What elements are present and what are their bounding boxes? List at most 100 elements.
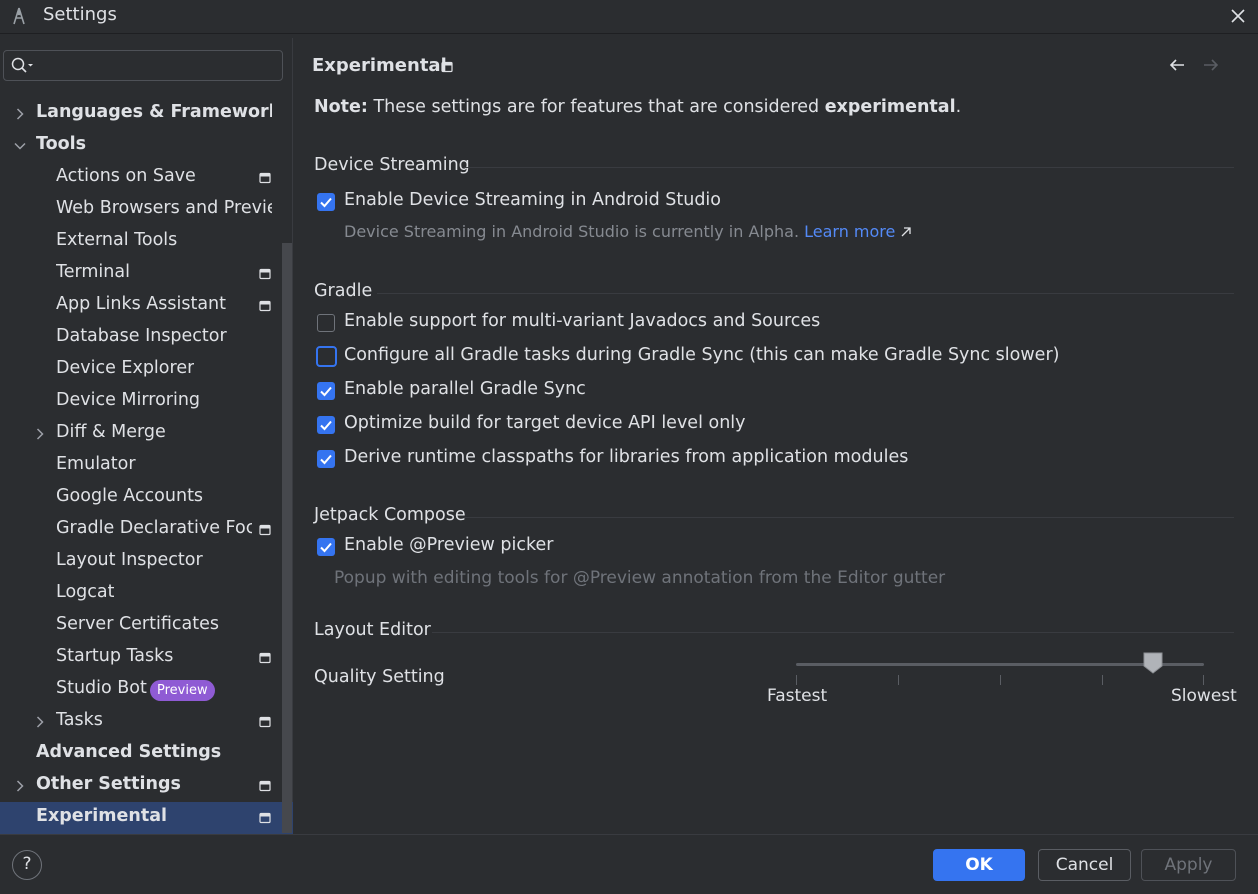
sidebar-item-label: Layout Inspector	[56, 550, 203, 570]
project-scope-icon	[441, 61, 453, 73]
sidebar-item-tasks[interactable]: Tasks	[0, 706, 282, 738]
slider-tick	[796, 675, 797, 685]
chevron-right-icon[interactable]	[13, 779, 27, 793]
sidebar-item-label: Server Certificates	[56, 614, 219, 634]
sidebar-item-label: Startup Tasks	[56, 646, 174, 666]
project-scope-icon	[259, 300, 271, 312]
checkbox-checked-icon[interactable]	[317, 416, 335, 434]
slider-tick	[898, 675, 899, 685]
section-divider	[377, 293, 1234, 294]
sidebar-item-emulator[interactable]: Emulator	[0, 450, 282, 482]
checkbox-label: Derive runtime classpaths for libraries …	[344, 447, 909, 467]
project-scope-icon	[259, 172, 271, 184]
preview-picker-hint: Popup with editing tools for @Preview an…	[334, 568, 946, 588]
note-suffix: .	[955, 97, 962, 117]
sidebar-item-app-links-assistant[interactable]: App Links Assistant	[0, 290, 282, 322]
sidebar-item-label: Database Inspector	[56, 326, 227, 346]
quality-slider-thumb[interactable]	[1143, 652, 1163, 674]
sidebar-item-label: Languages & Frameworks	[36, 102, 272, 122]
search-icon[interactable]	[10, 56, 34, 76]
close-icon[interactable]	[1226, 4, 1250, 28]
checkbox-label: Optimize build for target device API lev…	[344, 413, 746, 433]
sidebar-item-label: Tasks	[56, 710, 103, 730]
checkbox-label: Enable support for multi-variant Javadoc…	[344, 311, 821, 331]
sidebar-item-database-inspector[interactable]: Database Inspector	[0, 322, 282, 354]
sidebar-item-actions-on-save[interactable]: Actions on Save	[0, 162, 282, 194]
chevron-right-icon[interactable]	[33, 427, 47, 441]
sidebar-item-web-browsers-and-preview[interactable]: Web Browsers and Preview	[0, 194, 282, 226]
window-title: Settings	[43, 4, 117, 25]
sidebar-item-label: Gradle Declarative Focus	[56, 518, 252, 538]
sidebar-item-label: Studio Bot	[56, 678, 147, 698]
sidebar-item-tools[interactable]: Tools	[0, 130, 282, 162]
preview-badge: Preview	[150, 680, 215, 701]
cancel-button[interactable]: Cancel	[1038, 849, 1131, 881]
sidebar-item-gradle-declarative-focus[interactable]: Gradle Declarative Focus	[0, 514, 282, 546]
checkbox-checked-icon[interactable]	[317, 538, 335, 556]
checkbox-unchecked-icon[interactable]	[317, 314, 335, 332]
project-scope-icon	[259, 716, 271, 728]
sidebar-item-google-accounts[interactable]: Google Accounts	[0, 482, 282, 514]
sidebar-item-studio-bot[interactable]: Studio Bot Preview	[0, 674, 282, 706]
section-divider	[432, 632, 1234, 633]
back-arrow-icon[interactable]	[1167, 55, 1187, 75]
sidebar-item-startup-tasks[interactable]: Startup Tasks	[0, 642, 282, 674]
android-studio-icon	[13, 7, 25, 25]
learn-more-link[interactable]: Learn more	[804, 222, 895, 241]
sidebar-item-other-settings[interactable]: Other Settings	[0, 770, 282, 802]
sidebar-item-advanced-settings[interactable]: Advanced Settings	[0, 738, 282, 770]
sidebar-item-device-mirroring[interactable]: Device Mirroring	[0, 386, 282, 418]
external-link-icon[interactable]	[900, 226, 912, 238]
help-button[interactable]: ?	[12, 850, 42, 880]
forward-arrow-icon[interactable]	[1201, 55, 1221, 75]
sidebar-item-logcat[interactable]: Logcat	[0, 578, 282, 610]
section-device-streaming: Device Streaming	[314, 155, 470, 175]
checkbox-label: Configure all Gradle tasks during Gradle…	[344, 345, 1060, 365]
title-bar: Settings	[0, 0, 1258, 34]
checkbox-checked-icon[interactable]	[317, 450, 335, 468]
project-scope-icon	[259, 780, 271, 792]
note-text: These settings are for features that are…	[373, 97, 820, 117]
ok-button[interactable]: OK	[933, 849, 1025, 881]
apply-button[interactable]: Apply	[1141, 849, 1236, 881]
sidebar-item-label: Experimental	[36, 806, 168, 826]
hint-text: Device Streaming in Android Studio is cu…	[344, 222, 800, 241]
project-scope-icon	[259, 524, 271, 536]
checkbox-checked-icon[interactable]	[317, 382, 335, 400]
sidebar-item-label: Actions on Save	[56, 166, 196, 186]
sidebar-item-label: Terminal	[56, 262, 130, 282]
checkbox-label: Enable @Preview picker	[344, 535, 554, 555]
search-input[interactable]	[3, 50, 283, 81]
sidebar-item-label: Logcat	[56, 582, 115, 602]
note-emphasis: experimental	[824, 97, 956, 117]
sidebar-item-languages-frameworks[interactable]: Languages & Frameworks	[0, 98, 282, 130]
sidebar-item-label: External Tools	[56, 230, 178, 250]
settings-content: Experimental Note: These settings are fo…	[294, 38, 1258, 834]
section-gradle: Gradle	[314, 281, 373, 301]
dialog-footer: ? OK Cancel Apply	[0, 834, 1258, 894]
sidebar-item-external-tools[interactable]: External Tools	[0, 226, 282, 258]
device-streaming-hint: Device Streaming in Android Studio is cu…	[344, 222, 912, 241]
sidebar-item-device-explorer[interactable]: Device Explorer	[0, 354, 282, 386]
sidebar-item-experimental[interactable]: Experimental	[0, 802, 293, 834]
slider-tick	[1203, 675, 1204, 685]
section-jetpack-compose: Jetpack Compose	[314, 505, 466, 525]
section-divider	[464, 517, 1234, 518]
checkbox-unchecked-icon[interactable]	[316, 346, 337, 367]
experimental-note: Note: These settings are for features th…	[314, 97, 961, 117]
chevron-right-icon[interactable]	[13, 107, 27, 121]
sidebar-item-layout-inspector[interactable]: Layout Inspector	[0, 546, 282, 578]
sidebar-item-label: Web Browsers and Preview	[56, 198, 272, 218]
sidebar-item-label: Tools	[36, 134, 87, 154]
checkbox-checked-icon[interactable]	[317, 193, 335, 211]
sidebar-item-terminal[interactable]: Terminal	[0, 258, 282, 290]
sidebar-item-label: Device Explorer	[56, 358, 195, 378]
chevron-right-icon[interactable]	[33, 715, 47, 729]
note-prefix: Note:	[314, 97, 368, 117]
checkbox-label: Enable parallel Gradle Sync	[344, 379, 586, 399]
sidebar-item-diff-merge[interactable]: Diff & Merge	[0, 418, 282, 450]
chevron-down-icon[interactable]	[13, 139, 27, 153]
sidebar-item-server-certificates[interactable]: Server Certificates	[0, 610, 282, 642]
sidebar-scrollbar[interactable]	[282, 243, 292, 833]
project-scope-icon	[259, 812, 271, 824]
